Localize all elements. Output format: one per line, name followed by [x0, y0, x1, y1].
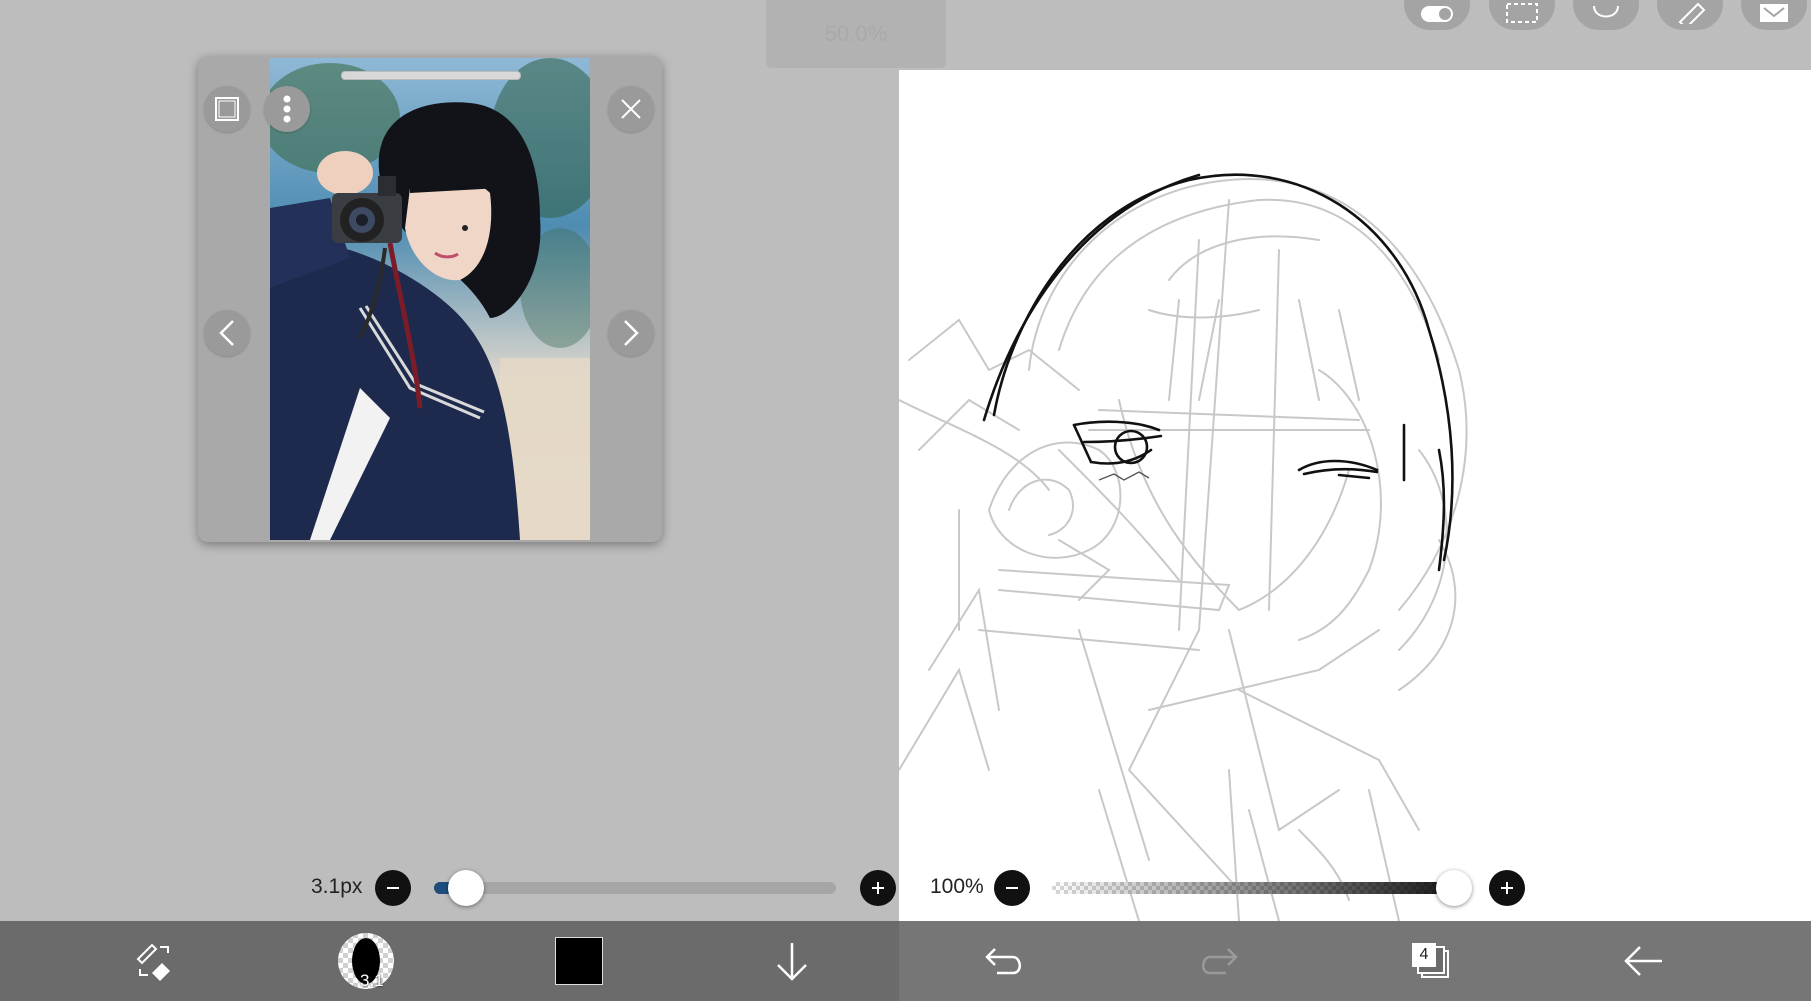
reference-frame-button[interactable] — [204, 86, 250, 132]
chevron-left-icon — [219, 320, 234, 346]
move-down-button[interactable] — [752, 921, 832, 1001]
color-select-button[interactable] — [539, 921, 619, 1001]
pen-eraser-switch-button[interactable] — [114, 921, 194, 1001]
chevron-right-icon — [624, 320, 639, 346]
sketch-drawing — [899, 173, 1468, 921]
minus-icon — [1006, 887, 1018, 889]
drawing-canvas[interactable] — [899, 70, 1811, 921]
pen-eraser-switch-icon — [136, 943, 170, 981]
brush-size-minus-button[interactable] — [375, 870, 411, 906]
zoom-indicator: 50.0% — [766, 0, 946, 68]
toggle-icon — [1421, 6, 1453, 22]
more-vertical-icon — [283, 95, 291, 123]
reference-window[interactable] — [198, 56, 662, 542]
brush-size-knob[interactable] — [448, 870, 485, 906]
back-button[interactable] — [1604, 921, 1684, 1001]
reference-photo — [270, 58, 590, 540]
current-color-swatch — [555, 937, 603, 985]
opacity-track[interactable] — [1052, 882, 1454, 894]
brush-size-plus-button[interactable] — [860, 870, 896, 906]
reference-prev-button[interactable] — [204, 310, 250, 356]
undo-icon — [985, 948, 1021, 975]
brush-size-label: 3.1px — [311, 875, 363, 898]
undo-button[interactable] — [965, 921, 1045, 1001]
brush-select-button[interactable]: 3.1 — [326, 921, 406, 1001]
close-icon — [621, 99, 641, 119]
selection-icon — [1506, 3, 1538, 23]
reference-next-button[interactable] — [608, 310, 654, 356]
material-icon — [1760, 4, 1788, 22]
brush-size-track[interactable] — [434, 882, 836, 894]
plus-icon — [872, 882, 884, 894]
ruler-icon — [1678, 2, 1706, 24]
redo-button[interactable] — [1178, 921, 1258, 1001]
lasso-icon — [1593, 5, 1619, 18]
arrow-down-icon — [777, 943, 807, 981]
reference-drag-handle[interactable] — [341, 71, 521, 80]
arrow-left-icon — [1624, 946, 1662, 976]
layer-count-badge: 4 — [1412, 943, 1436, 967]
brush-preview-icon: 3.1 — [338, 933, 394, 990]
frame-icon — [215, 97, 239, 121]
opacity-label: 100% — [930, 875, 984, 898]
reference-more-button[interactable] — [264, 86, 310, 132]
bottom-toolbar: 3.1 — [0, 921, 1811, 1001]
brush-size-badge: 3.1 — [360, 971, 384, 990]
reference-close-button[interactable] — [608, 86, 654, 132]
opacity-knob[interactable] — [1436, 870, 1472, 906]
redo-icon — [1202, 948, 1238, 975]
plus-icon — [1501, 882, 1513, 894]
opacity-plus-button[interactable] — [1489, 870, 1525, 906]
opacity-minus-button[interactable] — [994, 870, 1030, 906]
minus-icon — [387, 887, 399, 889]
